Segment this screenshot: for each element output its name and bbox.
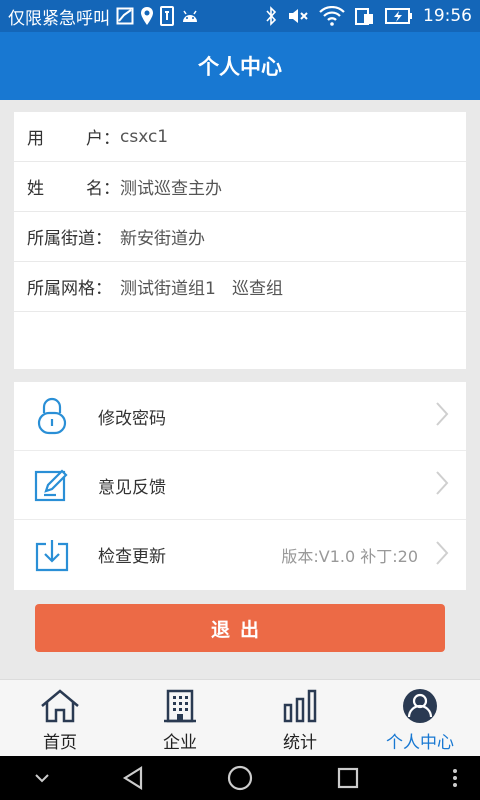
building-icon bbox=[160, 688, 200, 724]
back-icon[interactable] bbox=[118, 756, 148, 800]
profile-label-username: 用 户： bbox=[27, 129, 120, 149]
edit-icon bbox=[28, 461, 76, 509]
profile-label-name: 姓 名： bbox=[27, 179, 120, 199]
logout-button[interactable]: 退出 bbox=[35, 604, 445, 652]
menu-label-check-update: 检查更新 bbox=[98, 547, 166, 567]
profile-card: 用 户： csxc1 姓 名： 测试巡查主办 所属街道： 新安街道办 所属网格：… bbox=[14, 112, 466, 369]
home-nav-icon[interactable] bbox=[225, 756, 255, 800]
carrier-text: 仅限紧急呼叫 bbox=[8, 8, 110, 29]
profile-row-name: 姓 名： 测试巡查主办 bbox=[14, 162, 466, 212]
bluetooth-icon bbox=[265, 6, 277, 26]
tab-enterprise[interactable]: 企业 bbox=[120, 680, 240, 756]
tab-profile[interactable]: 个人中心 bbox=[360, 680, 480, 756]
user-icon bbox=[400, 688, 440, 724]
bar-chart-icon bbox=[280, 688, 320, 724]
sim-icon bbox=[160, 6, 174, 26]
profile-label-grid: 所属网格： bbox=[27, 279, 112, 299]
tab-label-statistics: 统计 bbox=[283, 733, 317, 753]
chevron-right-icon bbox=[435, 540, 449, 570]
profile-label-street: 所属街道： bbox=[27, 229, 112, 249]
version-text: 版本:V1.0 补丁:20 bbox=[281, 546, 418, 566]
more-vertical-icon[interactable] bbox=[445, 756, 465, 800]
mute-icon bbox=[287, 6, 309, 26]
page-title: 个人中心 bbox=[198, 55, 282, 79]
menu-label-feedback: 意见反馈 bbox=[98, 477, 166, 498]
tab-label-enterprise: 企业 bbox=[163, 733, 197, 753]
home-icon bbox=[40, 688, 80, 724]
gallery-icon bbox=[116, 7, 134, 25]
chevron-right-icon bbox=[435, 470, 449, 500]
menu-item-change-password[interactable]: 修改密码 bbox=[14, 382, 466, 451]
download-icon bbox=[28, 531, 76, 579]
menu-item-feedback[interactable]: 意见反馈 bbox=[14, 451, 466, 520]
profile-row-username: 用 户： csxc1 bbox=[14, 112, 466, 162]
android-icon bbox=[180, 8, 200, 24]
profile-value-street: 新安街道办 bbox=[120, 229, 205, 249]
tab-statistics[interactable]: 统计 bbox=[240, 680, 360, 756]
lock-icon bbox=[28, 392, 76, 440]
sim-status-icon bbox=[355, 6, 375, 26]
profile-value-username: csxc1 bbox=[120, 126, 169, 147]
status-bar: 仅限紧急呼叫 19:56 bbox=[0, 0, 480, 32]
settings-menu: 修改密码 意见反馈 检查更新 版本:V1.0 补丁:20 bbox=[14, 382, 466, 590]
profile-row-street: 所属街道： 新安街道办 bbox=[14, 212, 466, 262]
recent-apps-icon[interactable] bbox=[333, 756, 363, 800]
status-time: 19:56 bbox=[423, 6, 472, 26]
system-nav-bar bbox=[0, 756, 480, 800]
tab-label-profile: 个人中心 bbox=[386, 733, 454, 753]
profile-value-grid: 测试街道组1 巡查组 bbox=[120, 279, 284, 299]
bottom-tab-bar: 首页 企业 统计 个人中心 bbox=[0, 679, 480, 756]
chevron-down-icon[interactable] bbox=[30, 756, 54, 800]
tab-home[interactable]: 首页 bbox=[0, 680, 120, 756]
tab-label-home: 首页 bbox=[43, 733, 77, 753]
menu-label-change-password: 修改密码 bbox=[98, 408, 166, 429]
location-icon bbox=[140, 6, 154, 26]
wifi-icon bbox=[319, 6, 345, 26]
battery-icon bbox=[385, 7, 413, 25]
profile-row-grid: 所属网格： 测试街道组1 巡查组 bbox=[14, 262, 466, 312]
chevron-right-icon bbox=[435, 401, 449, 431]
app-header: 个人中心 bbox=[0, 32, 480, 100]
profile-value-name: 测试巡查主办 bbox=[120, 179, 222, 199]
menu-item-check-update[interactable]: 检查更新 版本:V1.0 补丁:20 bbox=[14, 520, 466, 589]
